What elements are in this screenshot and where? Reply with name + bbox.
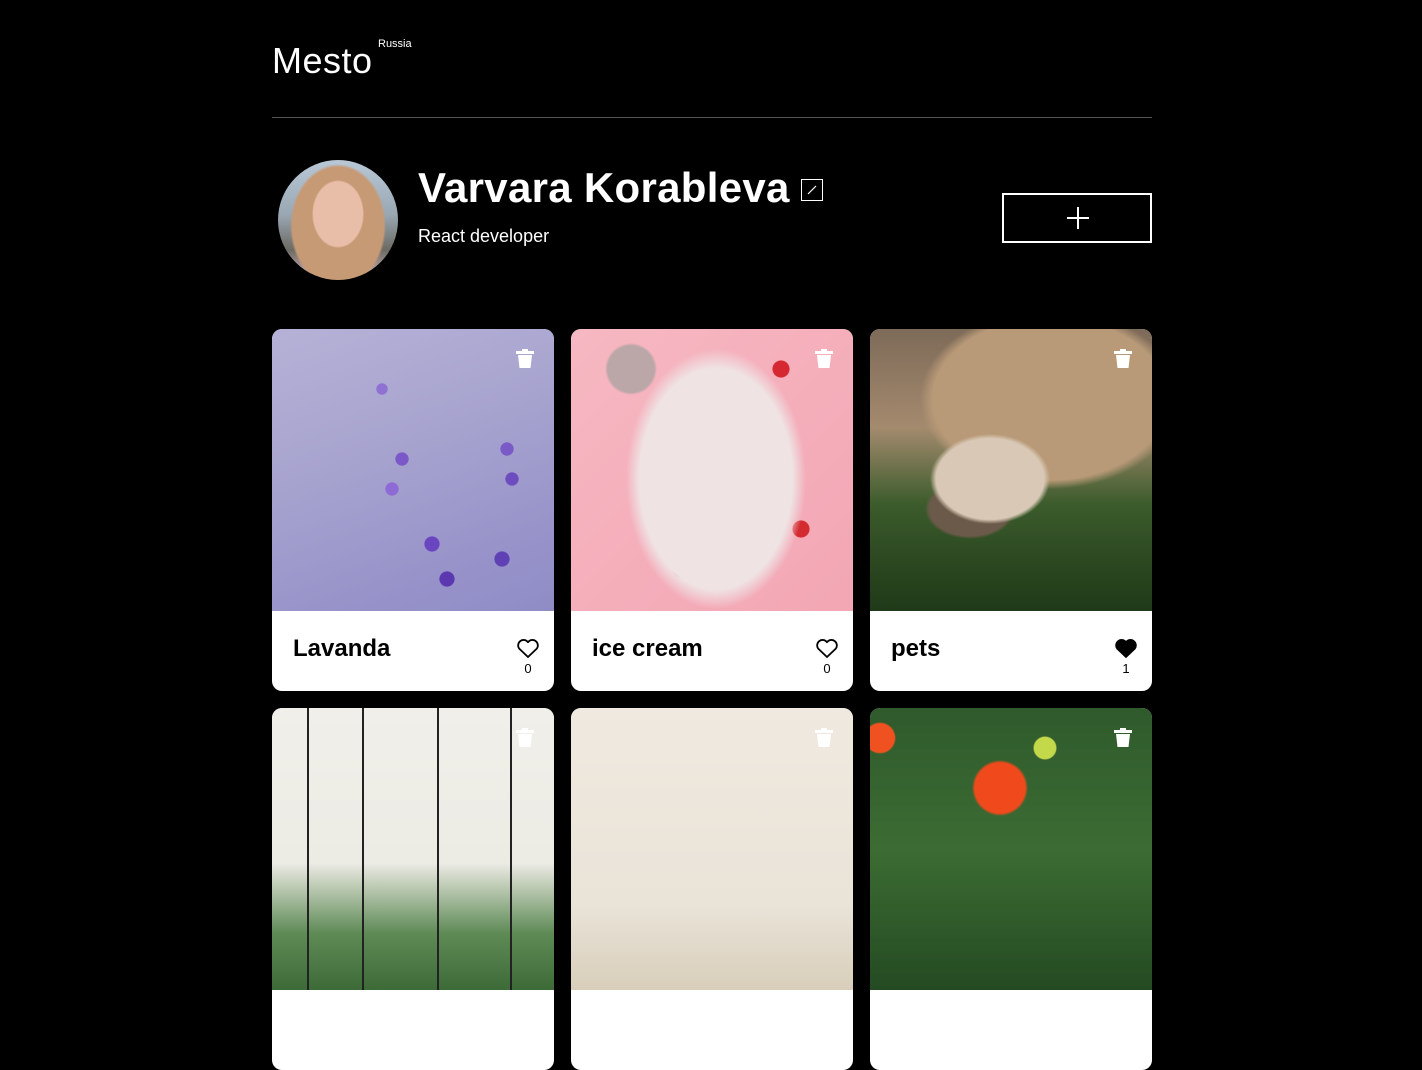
card-image[interactable] [870,329,1152,611]
profile: Varvara Korableva React developer [272,118,1152,329]
card-image[interactable] [272,708,554,990]
trash-icon[interactable] [516,728,534,747]
trash-icon[interactable] [815,728,833,747]
header: Mesto Russia [272,0,1152,118]
card-image[interactable] [272,329,554,611]
add-card-button[interactable] [1002,193,1152,243]
card-title: Lavanda [293,635,391,662]
plus-icon [1067,207,1089,229]
card: ice cream 0 [571,329,853,691]
card [272,708,554,1070]
card: pets 1 [870,329,1152,691]
card-title: pets [891,635,941,662]
card-footer [870,990,1152,1070]
trash-icon[interactable] [516,349,534,368]
heart-icon[interactable] [517,639,539,658]
trash-icon[interactable] [815,349,833,368]
card: Lavanda 0 [272,329,554,691]
cards-grid: Lavanda 0 ice cream 0 pets 1 [272,329,1152,1070]
card-image[interactable] [571,708,853,990]
logo-superscript: Russia [378,38,412,50]
edit-profile-button[interactable] [801,179,823,201]
card-footer [272,990,554,1070]
card-footer: pets 1 [870,611,1152,691]
card-image[interactable] [870,708,1152,990]
card-footer: Lavanda 0 [272,611,554,691]
pencil-icon [807,185,817,195]
card [870,708,1152,1070]
heart-icon[interactable] [816,639,838,658]
like-count: 0 [524,661,532,676]
trash-icon[interactable] [1114,349,1132,368]
like-count: 1 [1122,661,1130,676]
logo[interactable]: Mesto [272,40,373,82]
profile-about: React developer [418,226,550,246]
card-image[interactable] [571,329,853,611]
card [571,708,853,1070]
card-footer: ice cream 0 [571,611,853,691]
trash-icon[interactable] [1114,728,1132,747]
card-title: ice cream [592,635,703,662]
card-footer [571,990,853,1070]
avatar[interactable] [278,160,398,280]
like-count: 0 [823,661,831,676]
heart-filled-icon[interactable] [1115,639,1137,658]
page: Mesto Russia Varvara Korableva React dev… [272,0,1152,1070]
profile-name: Varvara Korableva [418,164,790,211]
